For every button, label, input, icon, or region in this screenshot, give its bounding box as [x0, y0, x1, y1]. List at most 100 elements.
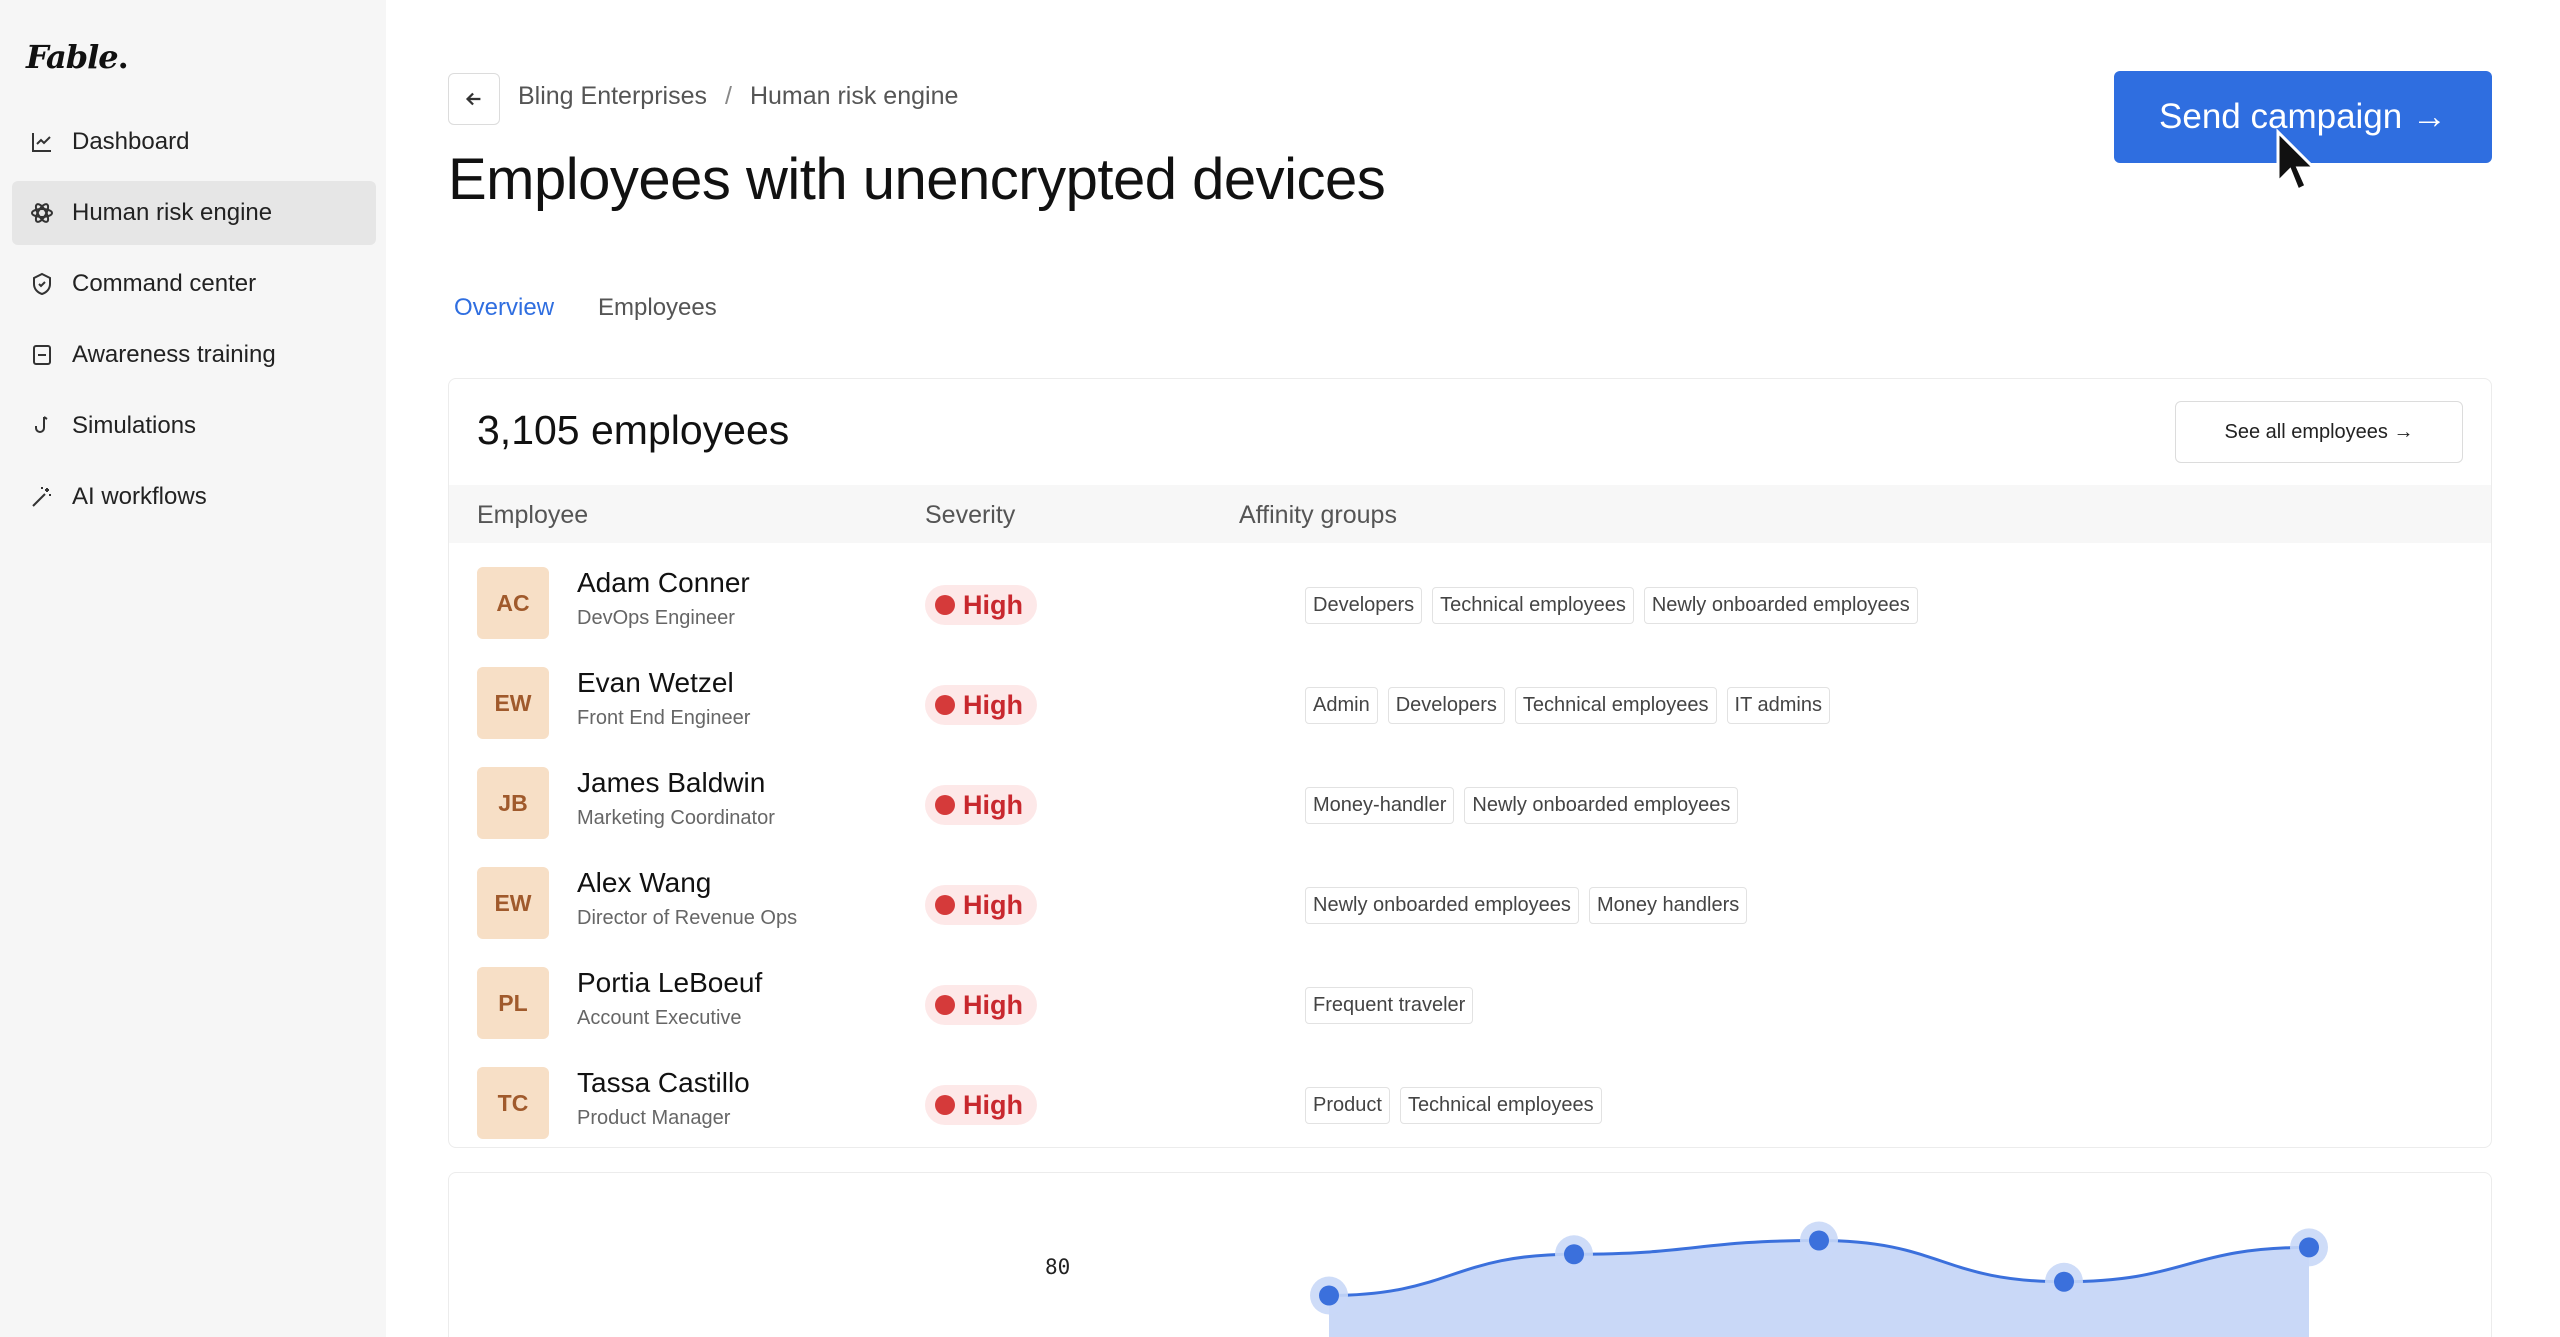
sidebar-item-command-center[interactable]: Command center: [12, 252, 376, 316]
employees-card: 3,105 employees See all employees → Empl…: [448, 378, 2492, 1148]
sidebar-item-simulations[interactable]: Simulations: [12, 394, 376, 458]
avatar: AC: [477, 567, 549, 639]
affinity-groups: Admin Developers Technical employees IT adm…: [1305, 687, 1830, 724]
severity-badge: High: [925, 885, 1037, 925]
page-title: Employees with unencrypted devices: [448, 147, 1386, 212]
sidebar: Fable. Dashboard Human risk engine Comma…: [0, 0, 386, 1337]
affinity-groups: Product Technical employees: [1305, 1087, 1602, 1124]
severity-dot-icon: [935, 695, 955, 715]
book-icon: [28, 341, 56, 369]
table-row[interactable]: EW Evan Wetzel Front End Engineer High Admin…: [449, 653, 2491, 753]
atom-icon: [28, 199, 56, 227]
table-row[interactable]: AC Adam Conner DevOps Engineer High Develope…: [449, 553, 2491, 653]
sidebar-item-ai-workflows[interactable]: AI workflows: [12, 465, 376, 529]
shield-icon: [28, 270, 56, 298]
severity-label: High: [963, 889, 1023, 920]
affinity-group-tag[interactable]: Newly onboarded employees: [1464, 787, 1739, 824]
sidebar-item-dashboard[interactable]: Dashboard: [12, 110, 376, 174]
affinity-groups: Newly onboarded employees Money handlers: [1305, 887, 1748, 924]
affinity-group-tag[interactable]: Technical employees: [1432, 587, 1634, 624]
back-button[interactable]: [448, 73, 500, 125]
affinity-group-tag[interactable]: Newly onboarded employees: [1305, 887, 1579, 924]
employee-role: Front End Engineer: [577, 707, 751, 729]
sidebar-item-label: Command center: [72, 270, 257, 297]
employee-role: Marketing Coordinator: [577, 807, 775, 829]
affinity-group-tag[interactable]: Money-handler: [1305, 787, 1455, 824]
breadcrumb-item-bling-enterprises[interactable]: Bling Enterprises: [518, 82, 707, 111]
severity-label: High: [963, 589, 1023, 620]
affinity-group-tag[interactable]: Technical employees: [1514, 687, 1717, 724]
severity-dot-icon: [935, 795, 955, 815]
affinity-group-tag[interactable]: Admin: [1305, 687, 1378, 724]
table-row[interactable]: PL Portia LeBoeuf Account Executive High Fre…: [449, 953, 2491, 1053]
affinity-group-tag[interactable]: Developers: [1387, 687, 1505, 724]
affinity-group-tag[interactable]: Frequent traveler: [1305, 987, 1474, 1024]
severity-label: High: [963, 989, 1023, 1020]
chart-point[interactable]: [1809, 1230, 1829, 1251]
employee-role: Account Executive: [577, 1007, 742, 1029]
sidebar-item-label: AI workflows: [72, 483, 207, 510]
sidebar-item-label: Awareness training: [72, 341, 276, 368]
affinity-group-tag[interactable]: Product: [1305, 1087, 1390, 1124]
mouse-cursor-icon: [2276, 128, 2318, 193]
chart-line-icon: [28, 128, 56, 156]
avatar: PL: [477, 967, 549, 1039]
chart-point[interactable]: [2054, 1271, 2074, 1292]
breadcrumb-item-human-risk-engine[interactable]: Human risk engine: [750, 82, 958, 111]
fishhook-icon: [28, 412, 56, 440]
severity-badge: High: [925, 985, 1037, 1025]
employee-role: Product Manager: [577, 1107, 731, 1129]
severity-dot-icon: [935, 995, 955, 1015]
affinity-group-tag[interactable]: IT admins: [1726, 687, 1830, 724]
avatar: EW: [477, 667, 549, 739]
severity-label: High: [963, 1089, 1023, 1120]
employee-name[interactable]: Portia LeBoeuf: [577, 967, 762, 999]
table-header: Employee Severity Affinity groups: [449, 485, 2491, 543]
avatar: TC: [477, 1067, 549, 1139]
employee-name[interactable]: Evan Wetzel: [577, 667, 734, 699]
employee-count-title: 3,105 employees: [477, 407, 790, 453]
table-row[interactable]: TC Tassa Castillo Product Manager High Produ…: [449, 1053, 2491, 1147]
table-row[interactable]: JB James Baldwin Marketing Coordinator High…: [449, 753, 2491, 853]
y-tick-label: 80: [1045, 1255, 1070, 1279]
column-header-severity[interactable]: Severity: [925, 501, 1015, 530]
employee-role: Director of Revenue Ops: [577, 907, 798, 929]
sidebar-item-human-risk-engine[interactable]: Human risk engine: [12, 181, 376, 245]
severity-label: High: [963, 689, 1023, 720]
employee-name[interactable]: James Baldwin: [577, 767, 765, 799]
see-all-employees-button[interactable]: See all employees →: [2175, 401, 2463, 463]
sidebar-item-label: Simulations: [72, 412, 197, 439]
magic-wand-icon: [28, 483, 56, 511]
employee-name[interactable]: Alex Wang: [577, 867, 711, 899]
column-header-employee[interactable]: Employee: [477, 501, 588, 530]
table-row[interactable]: EW Alex Wang Director of Revenue Ops High Ne…: [449, 853, 2491, 953]
affinity-groups: Money-handler Newly onboarded employees: [1305, 787, 1739, 824]
employee-name[interactable]: Tassa Castillo: [577, 1067, 750, 1099]
affinity-group-tag[interactable]: Money handlers: [1588, 887, 1748, 924]
tab-overview[interactable]: Overview: [454, 294, 554, 330]
affinity-group-tag[interactable]: Newly onboarded employees: [1643, 587, 1918, 624]
affinity-group-tag[interactable]: Technical employees: [1399, 1087, 1602, 1124]
arrow-left-icon: [465, 92, 481, 106]
chart-point[interactable]: [1564, 1244, 1584, 1265]
sidebar-item-label: Dashboard: [72, 128, 190, 155]
main-content: Bling Enterprises / Human risk engine Em…: [386, 0, 2560, 1337]
tab-employees[interactable]: Employees: [598, 294, 717, 330]
affinity-group-tag[interactable]: Developers: [1305, 587, 1423, 624]
employee-name[interactable]: Adam Conner: [577, 567, 750, 599]
sidebar-item-awareness-training[interactable]: Awareness training: [12, 323, 376, 387]
sidebar-nav: Dashboard Human risk engine Command cent…: [12, 110, 376, 536]
column-header-affinity-groups[interactable]: Affinity groups: [1239, 501, 1397, 530]
severity-badge: High: [925, 585, 1037, 625]
chart-point[interactable]: [1319, 1285, 1339, 1306]
severity-dot-icon: [935, 1095, 955, 1115]
fable-logo[interactable]: Fable.: [26, 38, 129, 76]
risk-chart-card: 80: [448, 1172, 2492, 1337]
breadcrumb: Bling Enterprises / Human risk engine: [518, 82, 958, 111]
affinity-groups: Developers Technical employees Newly onboa…: [1305, 587, 1918, 624]
severity-dot-icon: [935, 595, 955, 615]
severity-badge: High: [925, 1085, 1037, 1125]
employee-role: DevOps Engineer: [577, 607, 735, 629]
tab-bar: Overview Employees: [454, 294, 717, 330]
chart-point[interactable]: [2299, 1237, 2319, 1258]
